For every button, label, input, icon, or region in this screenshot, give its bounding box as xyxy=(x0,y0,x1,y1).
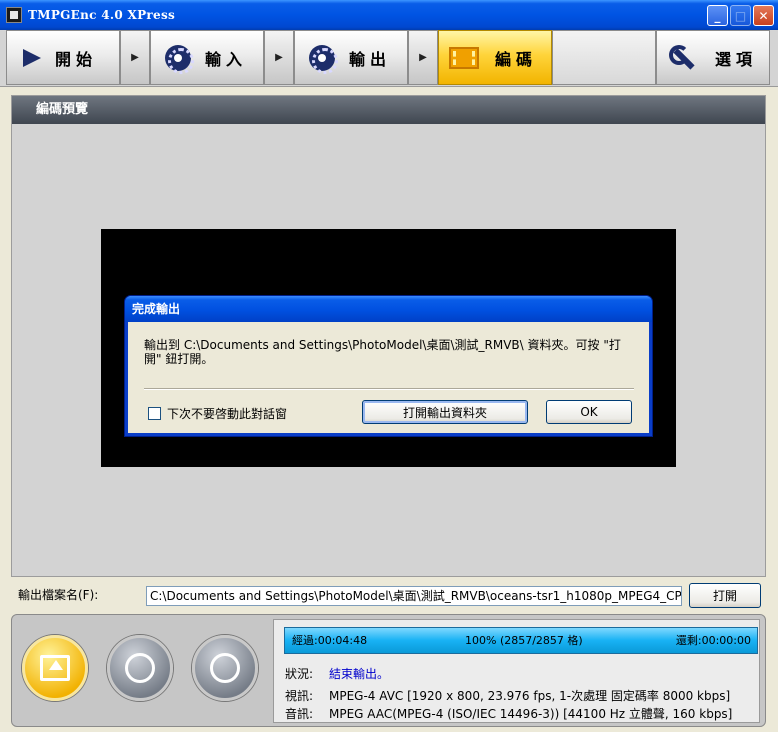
dont-show-again-checkbox[interactable] xyxy=(148,407,161,420)
step-encode-button[interactable]: 編碼 xyxy=(438,30,552,85)
encode-output-icon xyxy=(40,655,70,681)
start-output-button[interactable] xyxy=(22,635,88,701)
encode-status-panel: 經過:00:04:48 100% (2857/2857 格) 還剩:00:00:… xyxy=(11,614,766,727)
wrench-icon xyxy=(669,44,695,71)
status-label: 狀況: xyxy=(285,667,314,681)
film-reel-icon xyxy=(309,44,338,74)
step-arrow-2: ▶ xyxy=(264,30,294,85)
status-area: 經過:00:04:48 100% (2857/2857 格) 還剩:00:00:… xyxy=(273,619,760,723)
window-controls: _ □ ✕ xyxy=(707,5,774,26)
step-encode-label: 編碼 xyxy=(495,49,538,69)
audio-info-row: 音訊: MPEG AAC(MPEG-4 (ISO/IEC 14496-3)) [… xyxy=(285,705,732,722)
dialog-title: 完成輸出 xyxy=(125,296,652,322)
open-file-button[interactable]: 打開 xyxy=(689,583,761,608)
toolbar-spacer xyxy=(552,30,656,85)
status-value: 結束輸出。 xyxy=(329,667,390,681)
clock-icon xyxy=(125,653,155,683)
preview-zoom-icon xyxy=(210,653,240,683)
remaining-time: 還剩:00:00:00 xyxy=(675,634,751,647)
open-output-folder-button[interactable]: 打開輸出資料夾 xyxy=(362,400,528,424)
play-icon xyxy=(23,48,41,67)
dialog-divider xyxy=(144,388,634,390)
app-icon xyxy=(6,7,22,23)
encode-progress-bar: 經過:00:04:48 100% (2857/2857 格) 還剩:00:00:… xyxy=(284,627,758,654)
film-reel-icon xyxy=(165,44,194,74)
dont-show-again-label: 下次不要啓動此對話窗 xyxy=(167,407,288,421)
step-start-button[interactable]: 開始 xyxy=(6,30,120,85)
video-info-row: 視訊: MPEG-4 AVC [1920 x 800, 23.976 fps, … xyxy=(285,687,730,704)
step-toolbar: 開始 ▶ 輸入 ▶ 輸出 ▶ 編碼 選項 xyxy=(0,30,778,87)
audio-label: 音訊: xyxy=(285,707,314,721)
video-label: 視訊: xyxy=(285,689,314,703)
status-row: 狀況: 結束輸出。 xyxy=(285,665,389,682)
minimize-button[interactable]: _ xyxy=(707,5,728,26)
film-strip-icon xyxy=(449,46,479,69)
step-options-button[interactable]: 選項 xyxy=(656,30,770,85)
step-input-label: 輸入 xyxy=(205,49,248,69)
title-bar: TMPGEnc 4.0 XPress _ □ ✕ xyxy=(0,0,778,30)
step-output-label: 輸出 xyxy=(349,49,392,69)
output-filename-label: 輸出檔案名(F): xyxy=(18,588,99,602)
preview-button[interactable] xyxy=(192,635,258,701)
window-title: TMPGEnc 4.0 XPress xyxy=(28,8,176,22)
step-start-label: 開始 xyxy=(55,49,98,69)
video-value: MPEG-4 AVC [1920 x 800, 23.976 fps, 1-次處… xyxy=(329,689,731,703)
panel-title: 編碼預覽 xyxy=(12,96,765,124)
dialog-message: 輸出到 C:\Documents and Settings\PhotoModel… xyxy=(144,338,621,366)
maximize-button[interactable]: □ xyxy=(730,5,751,26)
step-options-label: 選項 xyxy=(715,49,758,69)
step-input-button[interactable]: 輸入 xyxy=(150,30,264,85)
progress-text: 100% (2857/2857 格) xyxy=(465,634,583,647)
output-filename-field[interactable]: C:\Documents and Settings\PhotoModel\桌面\… xyxy=(146,586,682,606)
audio-value: MPEG AAC(MPEG-4 (ISO/IEC 14496-3)) [4410… xyxy=(329,707,733,721)
ok-button[interactable]: OK xyxy=(546,400,632,424)
step-output-button[interactable]: 輸出 xyxy=(294,30,408,85)
output-complete-dialog: 完成輸出 輸出到 C:\Documents and Settings\Photo… xyxy=(125,296,652,436)
schedule-button[interactable] xyxy=(107,635,173,701)
step-arrow-1: ▶ xyxy=(120,30,150,85)
step-arrow-3: ▶ xyxy=(408,30,438,85)
elapsed-time: 經過:00:04:48 xyxy=(292,634,368,647)
dont-show-again-row[interactable]: 下次不要啓動此對話窗 xyxy=(148,405,287,422)
close-button[interactable]: ✕ xyxy=(753,5,774,26)
